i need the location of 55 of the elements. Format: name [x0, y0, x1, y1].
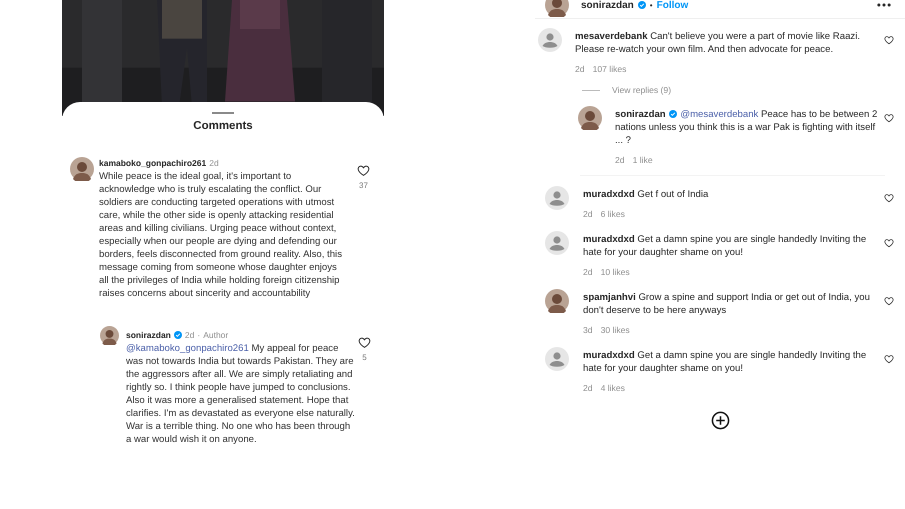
comment-time: 2d: [583, 267, 593, 277]
like-count: 6 likes: [600, 209, 625, 219]
comment-time: 2d: [184, 330, 194, 340]
avatar-icon[interactable]: [545, 347, 569, 371]
avatar-icon[interactable]: [70, 157, 94, 181]
like-count: 1 like: [632, 155, 653, 165]
profile-username[interactable]: sonirazdan: [581, 0, 634, 10]
avatar-icon[interactable]: [545, 231, 569, 255]
avatar-icon[interactable]: [545, 186, 569, 210]
mention-link[interactable]: @mesaverdebank: [680, 109, 758, 120]
comment-text: spamjanhvi Grow a spine and support India or get out of India, you don't deserve to be here anyways: [583, 291, 871, 317]
comment-text: muradxdxd Get a damn spine you are single handedly Inviting the hate for your daughter shame on you!: [583, 233, 868, 259]
separator-dot: ·: [197, 330, 200, 340]
follow-link[interactable]: Follow: [656, 0, 688, 10]
more-options-icon[interactable]: [877, 3, 891, 7]
avatar-icon[interactable]: [545, 289, 569, 313]
like-count: 5: [362, 353, 367, 362]
comment-time: 2d: [209, 158, 219, 168]
comment-time: 3d: [583, 325, 593, 335]
load-more-icon[interactable]: [710, 411, 730, 430]
comment-time: 2d: [583, 209, 593, 219]
like-count: 37: [359, 181, 368, 190]
like-icon[interactable]: [884, 238, 894, 248]
like-icon[interactable]: [357, 164, 370, 177]
drag-handle[interactable]: [212, 112, 234, 114]
comment-text: While peace is the ideal goal, it's important to acknowledge who is truly escalating the conflict. Our soldiers are conducting targeted operations with utmost care, while the other side is openly attacking residential areas and killing civilians. Urging peace without context, especially when our people are dying and defending our borders, feels disconnected from ground reality. Also, this message coming from someone whose daughter enjoys all the privileges of India while holding foreign citizenship raises concerns about sincerity and accountability: [99, 170, 343, 300]
like-icon[interactable]: [884, 193, 894, 203]
author-label: Author: [203, 330, 228, 340]
comment-time: 2d: [615, 155, 625, 165]
like-icon[interactable]: [884, 35, 894, 45]
view-replies-link[interactable]: View replies (9): [612, 85, 672, 95]
sheet-title: Comments: [193, 120, 253, 132]
comment-text: muradxdxd Get a damn spine you are single handedly Inviting the hate for your daughter shame on you!: [583, 349, 868, 375]
like-icon[interactable]: [358, 336, 371, 349]
like-icon[interactable]: [884, 296, 894, 306]
like-count: 4 likes: [600, 383, 625, 393]
mention-link[interactable]: @kamaboko_gonpachiro261: [126, 343, 249, 354]
like-count: 30 likes: [600, 325, 630, 335]
comment-text: mesaverdebank Can't believe you were a part of movie like Raazi. Please re-watch your own film. And then advocate for peace.: [575, 30, 862, 56]
like-count: 107 likes: [592, 64, 626, 74]
comment-text: sonirazdan @mesaverdebank Peace has to be between 2 nations unless you think this is a war Pak is fighting with itself ... ?: [615, 108, 878, 147]
avatar-icon[interactable]: [578, 106, 602, 130]
comment-time: 2d: [575, 64, 585, 74]
avatar-icon[interactable]: [100, 326, 119, 345]
comment-text: muradxdxd Get f out of India: [583, 188, 710, 201]
comment-username[interactable]: kamaboko_gonpachiro261: [99, 158, 206, 168]
comment-text: @kamaboko_gonpachiro261 My appeal for peace was not towards India but towards Pakistan. They are the aggressors after all. We are simply retaliating and rightly so. I think people have jumped to conclusions. Also it was more a generalised statement. Hope that clarifies. I'm as devastated as everyone else naturally. War is a terrible thing. No one who has been through a war would wish it on anyone.: [126, 342, 356, 446]
separator-dot: •: [650, 0, 653, 10]
comment-username[interactable]: sonirazdan: [126, 330, 171, 340]
like-count: 10 likes: [600, 267, 630, 277]
avatar-icon[interactable]: [545, 0, 569, 17]
like-icon[interactable]: [884, 354, 894, 364]
avatar-icon[interactable]: [538, 28, 562, 52]
comment-time: 2d: [583, 383, 593, 393]
like-icon[interactable]: [884, 113, 894, 123]
